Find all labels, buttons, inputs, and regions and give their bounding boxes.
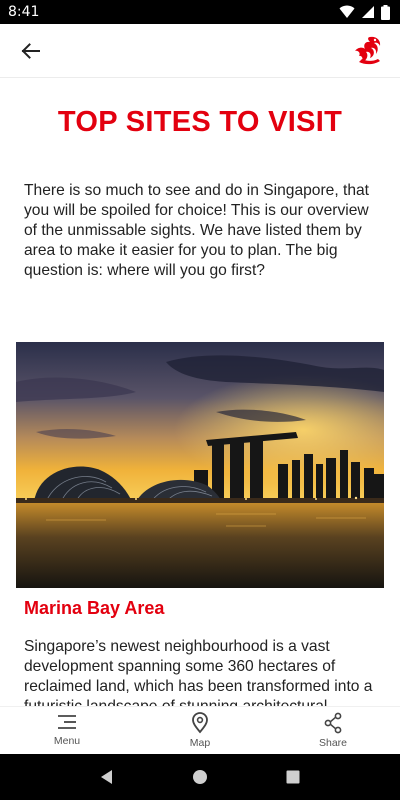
nav-map-label: Map (189, 737, 211, 749)
bottom-nav: Menu Map Share (0, 706, 400, 754)
marina-bay-skyline-photo (16, 342, 384, 588)
nav-menu-label: Menu (53, 735, 81, 747)
wifi-icon (339, 5, 355, 19)
status-icons (339, 4, 390, 20)
back-triangle-icon[interactable] (95, 765, 119, 789)
section-title: Marina Bay Area (24, 598, 165, 618)
section-body: Singapore’s newest neighbourhood is a va… (24, 638, 373, 706)
nav-share[interactable]: Share (306, 707, 360, 754)
signal-icon (361, 5, 375, 19)
intro-paragraph: There is so much to see and do in Singap… (24, 182, 370, 279)
share-icon (324, 712, 342, 734)
nav-share-label: Share (318, 737, 348, 749)
menu-icon (58, 715, 76, 729)
nav-map[interactable]: Map (173, 707, 227, 754)
page-title: TOP SITES TO VISIT (57, 106, 343, 138)
arrow-left-icon (21, 42, 40, 59)
recents-square-icon[interactable] (281, 765, 305, 789)
status-bar: 8:41 (0, 0, 400, 24)
map-pin-icon (192, 712, 208, 734)
home-circle-icon[interactable] (188, 765, 212, 789)
page-content[interactable]: TOP SITES TO VISIT There is so much to s… (0, 78, 400, 706)
status-time: 8:41 (8, 4, 40, 20)
app-bar (0, 24, 400, 78)
system-nav-bar (0, 754, 400, 800)
merlion-logo-icon[interactable] (350, 33, 386, 69)
nav-menu[interactable]: Menu (40, 707, 94, 754)
back-button[interactable] (16, 37, 44, 65)
battery-icon (381, 4, 390, 20)
